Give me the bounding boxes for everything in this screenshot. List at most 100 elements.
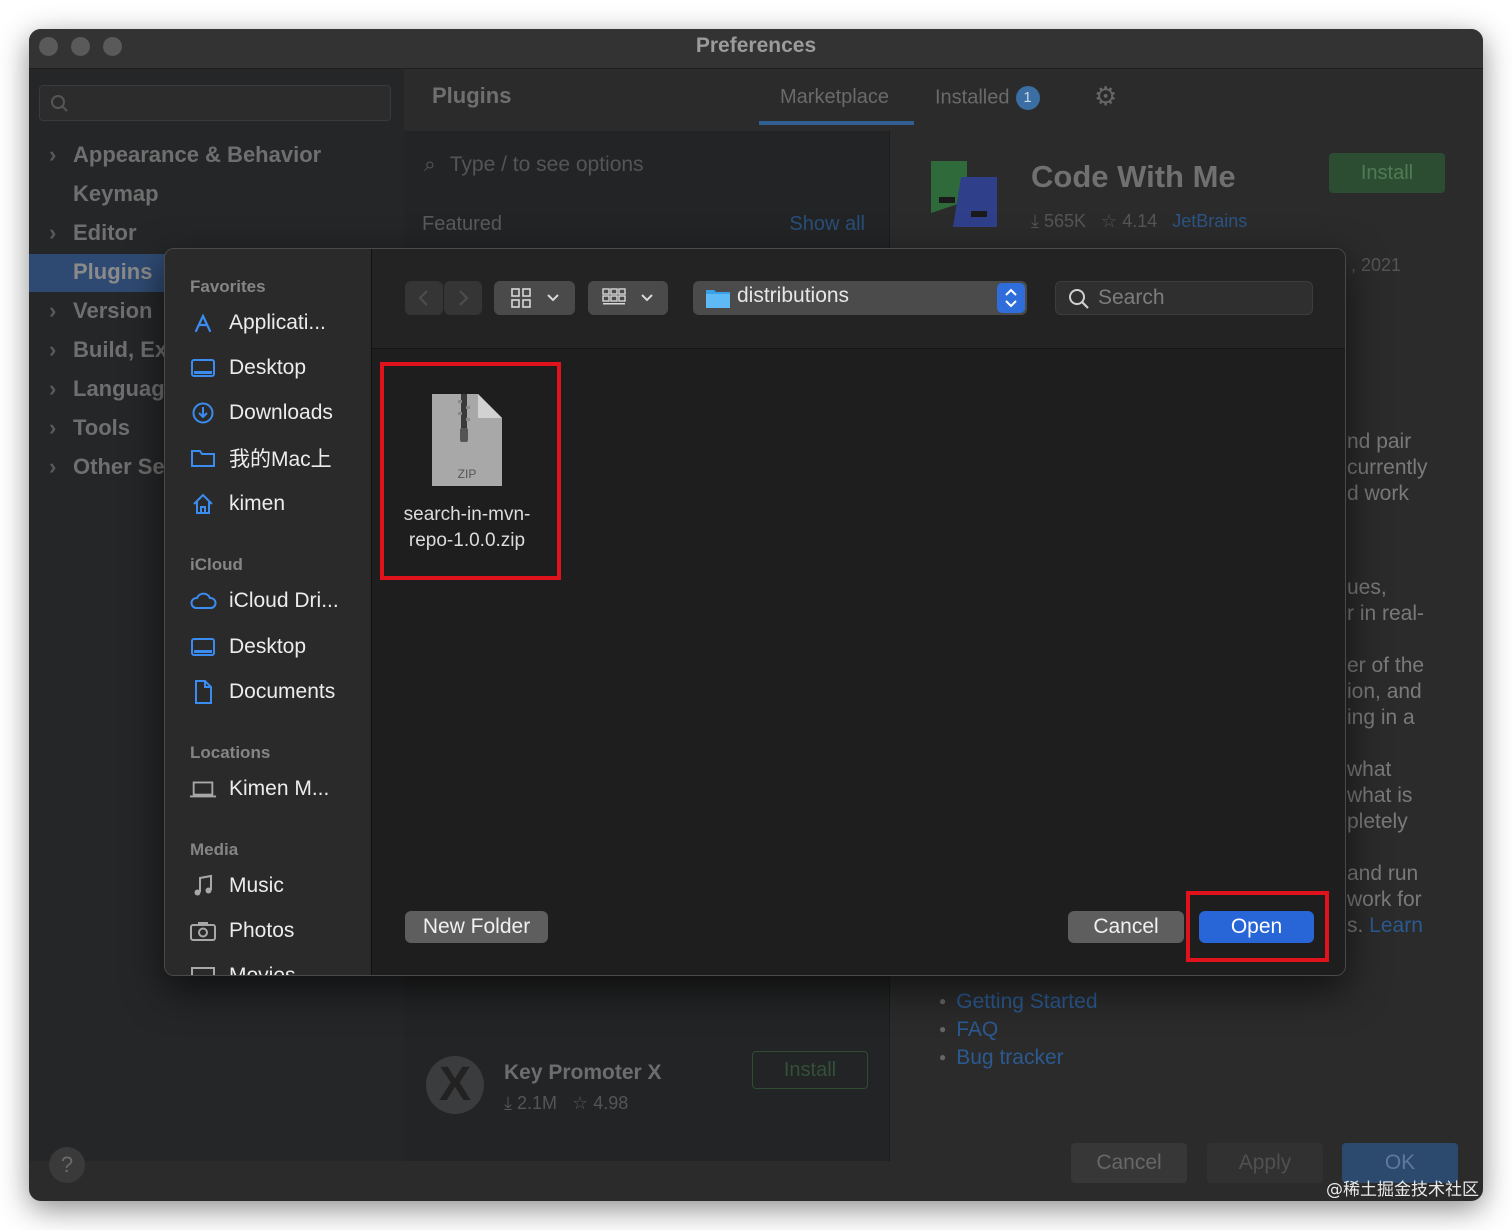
description-text: s. [1347,914,1370,937]
help-button[interactable]: ? [49,1147,85,1183]
location-name: distributions [737,284,850,307]
section-locations: Locations [190,743,271,762]
install-button[interactable]: Install [1329,153,1445,193]
sidebar-item-label: Music [229,874,284,897]
sidebar-item-keymap[interactable]: Keymap [73,181,159,213]
description-line: nd pair [1347,430,1412,453]
sidebar-item-label: Desktop [229,635,307,658]
description-line: ion, and [1347,680,1422,703]
sidebar-item-label: Languag [73,376,165,401]
star-icon: ☆ [572,1093,589,1113]
chevron-right-icon: › [49,415,57,440]
dialog-sidebar: Favorites Applicati... Desktop Downloads… [165,249,372,976]
sidebar-item-label: Plugins [73,259,153,284]
description-line: what [1347,758,1392,781]
description-line: what is [1347,784,1413,807]
plugin-search-input[interactable]: ⌕ Type / to see options [424,153,644,177]
sidebar-item-icloud-desktop[interactable]: Desktop [189,632,306,662]
sidebar-item-music[interactable]: Music [189,871,284,901]
music-icon [189,872,217,900]
tab-installed[interactable]: Installed 1 [935,86,1040,110]
plugin-links: Getting Started FAQ Bug tracker [939,989,1098,1073]
group-view-button[interactable] [588,281,668,315]
sidebar-item-plugins[interactable]: Plugins [73,259,152,291]
laptop-icon [189,775,217,803]
bug-tracker-link[interactable]: Bug tracker [939,1045,1098,1073]
grid-small-icon [602,288,626,305]
show-all-link[interactable]: Show all [789,213,865,236]
chevron-right-icon: › [49,337,57,362]
sidebar-item-build[interactable]: › Build, Ex [49,337,168,369]
back-button[interactable] [405,281,443,315]
chevron-down-icon [546,294,559,302]
preferences-apply-button[interactable]: Apply [1207,1143,1323,1183]
chevron-right-icon: › [49,454,57,479]
sidebar-item-applications[interactable]: Applicati... [189,308,326,338]
getting-started-link[interactable]: Getting Started [939,989,1097,1017]
sidebar-item-label: Movies [229,964,296,976]
sidebar-item-my-mac[interactable]: 我的Mac上 [189,443,332,473]
document-icon [189,678,217,706]
tab-marketplace[interactable]: Marketplace [780,86,889,109]
chevron-right-icon: › [49,298,57,323]
vendor-link[interactable]: JetBrains [1172,211,1247,231]
chevron-down-icon [641,294,653,302]
release-date: , 2021 [1351,255,1402,275]
search-placeholder: Search [1098,286,1165,309]
new-folder-button[interactable]: New Folder [405,911,548,943]
active-tab-indicator [759,121,914,125]
sidebar-item-documents[interactable]: Documents [189,677,335,707]
sidebar-item-home[interactable]: kimen [189,489,285,519]
sidebar-item-movies[interactable]: Movies [189,961,296,976]
section-favorites: Favorites [190,277,266,296]
icon-view-button[interactable] [494,281,575,315]
sidebar-item-languages[interactable]: › Languag [49,376,165,408]
key-promoter-x-logo: X [426,1056,484,1114]
preferences-cancel-button[interactable]: Cancel [1071,1143,1187,1183]
sidebar-item-label: Appearance & Behavior [73,142,322,167]
plugin-meta: ⤓ 2.1M ☆ 4.98 [504,1093,628,1114]
forward-button[interactable] [444,281,482,315]
plugin-detail-title: Code With Me [1031,159,1236,194]
section-media: Media [190,840,239,859]
sidebar-item-appearance[interactable]: › Appearance & Behavior [49,142,322,174]
sidebar-item-mac[interactable]: Kimen M... [189,774,329,804]
downloads-icon [189,399,217,427]
sidebar-item-photos[interactable]: Photos [189,916,294,946]
faq-link[interactable]: FAQ [939,1017,1098,1045]
sidebar-item-editor[interactable]: › Editor [49,220,137,252]
plugin-rating: 4.14 [1122,211,1158,231]
sidebar-item-tools[interactable]: › Tools [49,415,131,447]
sidebar-item-icloud-drive[interactable]: iCloud Dri... [189,586,339,616]
code-with-me-logo [931,161,997,227]
film-icon [189,962,217,975]
plugin-name[interactable]: Key Promoter X [504,1061,662,1085]
cloud-icon [189,587,217,615]
sidebar-item-label: Build, Ex [73,337,168,362]
file-item[interactable]: ZIP search-in-mvn- repo-1.0.0.zip [380,364,554,574]
install-button[interactable]: Install [752,1051,868,1089]
sidebar-item-label: Documents [229,680,336,703]
learn-more-link[interactable]: Learn [1369,914,1423,937]
description-line: and run [1347,862,1419,885]
star-icon: ☆ [1101,211,1118,231]
description-line: s. Learn [1347,913,1423,939]
sidebar-item-other-settings[interactable]: › Other Se [49,454,165,486]
location-popup[interactable]: distributions [693,281,1027,315]
applications-icon [189,309,217,337]
cancel-button[interactable]: Cancel [1068,911,1184,943]
plugin-rating: 4.98 [593,1093,629,1113]
search-input[interactable]: Search [1055,281,1313,315]
camera-icon [189,917,217,945]
sidebar-item-version-control[interactable]: › Version [49,298,152,330]
dialog-toolbar: distributions Search [372,249,1345,349]
open-button[interactable]: Open [1199,911,1314,943]
sidebar-item-desktop[interactable]: Desktop [189,353,306,383]
gear-icon[interactable]: ⚙ [1094,81,1117,112]
desktop-icon [189,633,217,661]
sidebar-item-label: Tools [73,415,131,440]
settings-search-input[interactable] [39,85,391,121]
file-type-label: ZIP [457,467,477,481]
sidebar-item-downloads[interactable]: Downloads [189,398,333,428]
sidebar-item-label: Editor [73,220,137,245]
